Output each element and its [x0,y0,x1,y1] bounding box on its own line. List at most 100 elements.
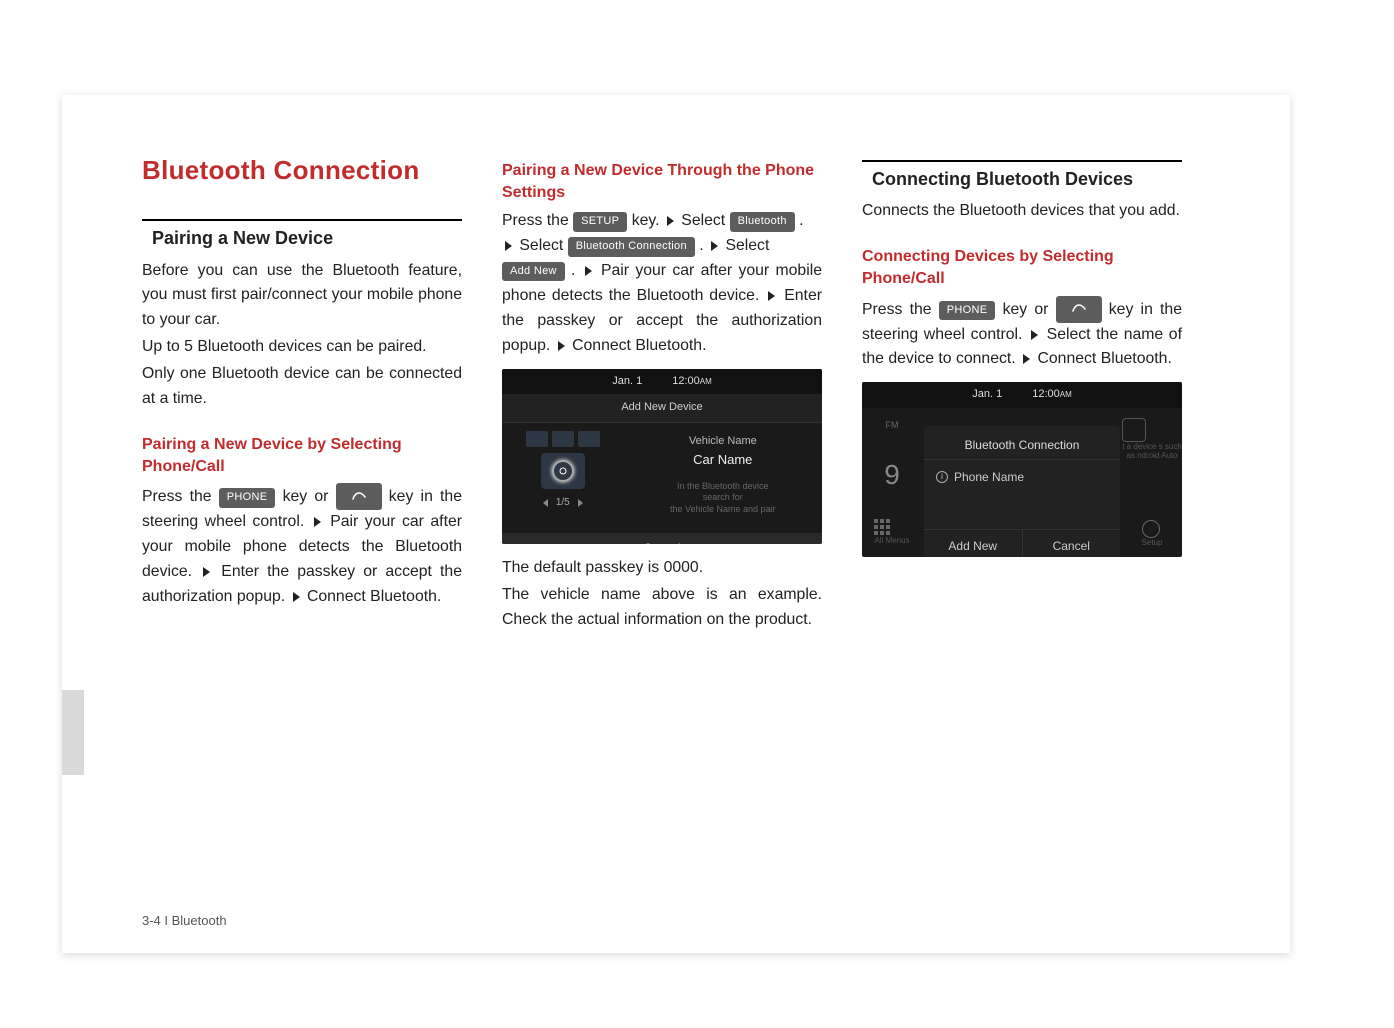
left-sidebar: FM 9 All Menus [862,408,922,558]
text: . [571,262,575,279]
thumbnail [552,431,574,447]
text: Press the [142,488,219,505]
screenshot-add-new-device: Jan. 1 12:00AM Add New Device [502,369,822,544]
cancel-button: Cancel [1023,530,1121,558]
setup-label: Setup [1142,538,1163,548]
step-arrow-icon [505,241,512,251]
step-arrow-icon [203,567,210,577]
text: Connect Bluetooth. [1037,350,1171,367]
text: Connect Bluetooth. [572,337,706,354]
hint-line: the Vehicle Name and pair [632,504,814,516]
paragraph: Press the PHONE key or key in the steeri… [142,483,462,610]
all-menus-button: All Menus [874,519,909,548]
page-side-tab [62,690,84,775]
status-date: Jan. 1 [972,386,1002,403]
text: . [699,237,708,254]
paragraph: Up to 5 Bluetooth devices can be paired. [142,335,462,360]
step-arrow-icon [711,241,718,251]
screenshot-title: Add New Device [502,394,822,422]
screenshot-bluetooth-connection: Jan. 1 12:00AM FM 9 All Menus Bluetooth … [862,382,1182,557]
text: Press the [862,301,939,318]
gear-highlight-icon [552,460,574,482]
paragraph: The vehicle name above is an example. Ch… [502,583,822,633]
right-sidebar: t a device s such as ndroid Auto Setup [1122,408,1182,558]
pager: 1/5 [543,495,583,511]
key-phone: PHONE [939,301,996,320]
vehicle-name-label: Vehicle Name [632,433,814,450]
step-arrow-icon [558,341,565,351]
key-phone: PHONE [219,488,276,507]
page-footer: 3-4 I Bluetooth [142,913,227,928]
hint-line: search for [632,492,814,504]
pager-prev-icon [543,499,548,507]
column-1: Bluetooth Connection Pairing a New Devic… [142,150,462,635]
text: key. [632,212,660,229]
paragraph: Connects the Bluetooth devices that you … [862,199,1182,224]
step-arrow-icon [293,592,300,602]
text: key or [283,488,336,505]
phone-name: Phone Name [954,468,1024,487]
status-time: 12:00AM [1032,386,1072,403]
section-connecting-bt-devices: Connecting Bluetooth Devices [862,160,1182,193]
thumbnail [578,431,600,447]
grid-icon [874,519,909,535]
thumbnail-row [526,431,600,447]
selected-thumbnail [541,453,585,489]
subheading-pair-through-settings: Pairing a New Device Through the Phone S… [502,160,822,203]
step-arrow-icon [314,517,321,527]
status-bar: Jan. 1 12:00AM [502,369,822,394]
key-call-icon [336,483,382,510]
main-title: Bluetooth Connection [142,150,462,191]
screenshot-body: 1/5 Vehicle Name Car Name In the Bluetoo… [502,423,822,533]
thumbnail [526,431,548,447]
paragraph: Only one Bluetooth device can be connect… [142,362,462,412]
screenshot-body: FM 9 All Menus Bluetooth Connection i Ph… [862,408,1182,558]
column-2: Pairing a New Device Through the Phone S… [502,150,822,635]
text: Select [681,212,729,229]
pager-text: 1/5 [556,495,570,511]
subheading-pair-by-phonecall: Pairing a New Device by Selecting Phone/… [142,434,462,477]
gear-icon [1142,520,1160,538]
hint-line: In the Bluetooth device [632,481,814,493]
all-menus-label: All Menus [874,535,909,548]
text: Press the [502,212,573,229]
text: Select [725,237,769,254]
key-add-new: Add New [502,262,565,281]
page-content: Bluetooth Connection Pairing a New Devic… [142,150,1182,635]
bluetooth-connection-popup: Bluetooth Connection i Phone Name Add Ne… [924,426,1120,558]
step-arrow-icon [585,266,592,276]
section-pairing-new-device: Pairing a New Device [142,219,462,252]
text: Connect Bluetooth. [307,588,441,605]
paragraph: The default passkey is 0000. [502,556,822,581]
key-call-icon [1056,296,1102,323]
cancel-button: Cancel [502,533,822,544]
phone-row: i Phone Name [924,460,1120,495]
subheading-connect-by-phonecall: Connecting Devices by Selecting Phone/Ca… [862,246,1182,289]
projection-hint: t a device s such as ndroid Auto [1122,442,1182,461]
paragraph: Before you can use the Bluetooth feature… [142,259,462,334]
info-column: Vehicle Name Car Name In the Bluetooth d… [624,423,822,533]
text: key or [1003,301,1056,318]
thumbnail-column: 1/5 [502,423,624,533]
pager-next-icon [578,499,583,507]
key-setup: SETUP [573,212,627,231]
paragraph: Press the PHONE key or key in the steeri… [862,296,1182,373]
phone-icon [1122,418,1146,442]
popup-button-row: Add New Cancel [924,529,1120,558]
phone-projection-icon: t a device s such as ndroid Auto [1122,418,1182,461]
preset-number: 9 [884,453,900,497]
step-arrow-icon [1031,330,1038,340]
text: Select [519,237,567,254]
step-arrow-icon [667,216,674,226]
key-bluetooth: Bluetooth [730,212,795,231]
info-icon: i [936,471,948,483]
step-arrow-icon [768,291,775,301]
setup-button: Setup [1142,520,1163,548]
status-bar: Jan. 1 12:00AM [862,382,1182,407]
popup-title: Bluetooth Connection [924,432,1120,460]
add-new-button: Add New [924,530,1023,558]
step-arrow-icon [1023,354,1030,364]
key-bluetooth-connection: Bluetooth Connection [568,237,695,256]
fm-label: FM [886,418,899,432]
vehicle-name-value: Car Name [632,450,814,471]
